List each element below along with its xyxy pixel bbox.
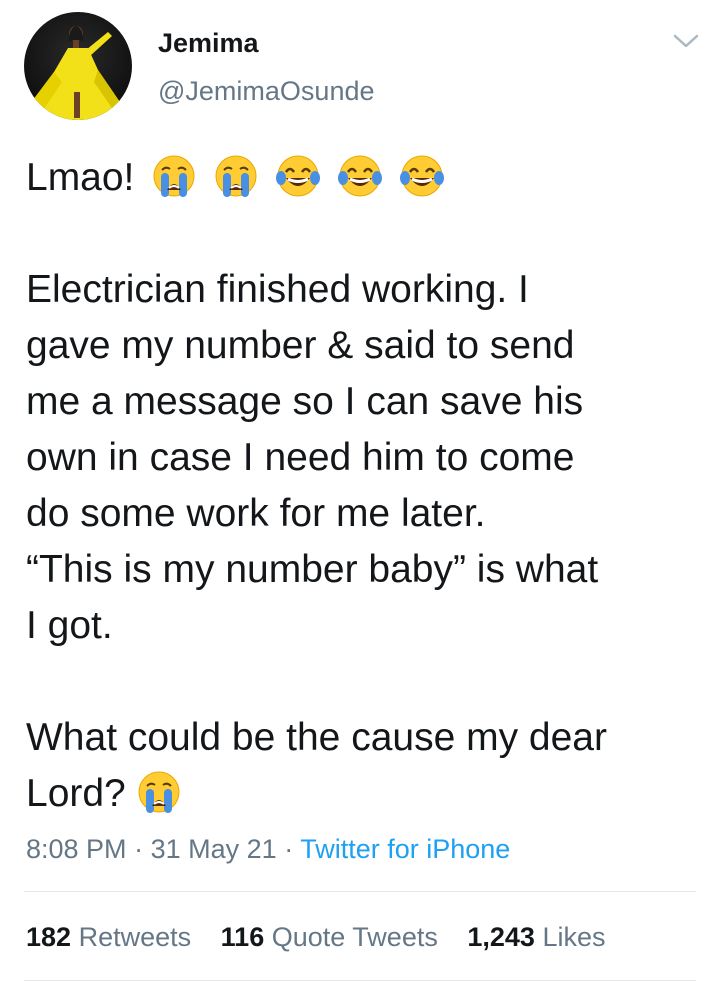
- likes-stat[interactable]: 1,243 Likes: [467, 920, 605, 954]
- closing-line-with-emoji: Lord?: [26, 766, 696, 822]
- meta-separator: ·: [134, 834, 144, 864]
- body-line: I got.: [26, 604, 113, 647]
- loudly-crying-face-icon: [152, 154, 196, 198]
- tweet-text: Lmao! Electrician finished working. I ga…: [26, 150, 696, 822]
- closing-line: What could be the cause my dear: [26, 716, 607, 759]
- tweet-date[interactable]: 31 May 21: [151, 834, 277, 864]
- face-with-tears-of-joy-icon: [400, 154, 445, 198]
- avatar[interactable]: [24, 12, 132, 120]
- likes-count: 1,243: [467, 922, 535, 952]
- body-line: do some work for me later.: [26, 492, 486, 535]
- closing-line: Lord?: [26, 772, 126, 815]
- body-line: Electrician finished working. I: [26, 268, 529, 311]
- likes-label: Likes: [542, 922, 606, 952]
- chevron-down-icon[interactable]: [668, 26, 704, 56]
- quote-tweets-stat[interactable]: 116 Quote Tweets: [221, 920, 438, 954]
- face-with-tears-of-joy-icon: [338, 154, 383, 198]
- face-with-tears-of-joy-icon: [276, 154, 321, 198]
- body-line: “This is my number baby” is what: [26, 548, 599, 591]
- retweets-count: 182: [26, 922, 72, 952]
- tweet-meta: 8:08 PM · 31 May 21 · Twitter for iPhone: [26, 832, 510, 866]
- body-line: me a message so I can save his: [26, 380, 584, 423]
- closing-paragraph: What could be the cause my dear Lord?: [26, 710, 696, 822]
- loudly-crying-face-icon: [137, 770, 181, 814]
- quote-tweets-label: Quote Tweets: [271, 922, 438, 952]
- tweet-card: Jemima @JemimaOsunde Lmao! Electrician f…: [0, 0, 720, 982]
- quote-tweets-count: 116: [220, 922, 265, 952]
- loudly-crying-face-icon: [214, 154, 258, 198]
- display-name[interactable]: Jemima: [158, 26, 259, 60]
- tweet-source-link[interactable]: Twitter for iPhone: [300, 834, 510, 864]
- body-paragraph: Electrician finished working. I gave my …: [26, 262, 696, 654]
- retweets-label: Retweets: [78, 922, 192, 952]
- divider: [24, 891, 696, 892]
- body-line: gave my number & said to send: [26, 324, 575, 367]
- divider: [24, 980, 696, 981]
- tweet-stats: 182 Retweets 116 Quote Tweets 1,243 Like…: [26, 920, 605, 954]
- body-line: own in case I need him to come: [26, 436, 575, 479]
- meta-separator: ·: [284, 834, 294, 864]
- tweet-time[interactable]: 8:08 PM: [26, 834, 127, 864]
- intro-line: Lmao!: [26, 150, 696, 206]
- retweets-stat[interactable]: 182 Retweets: [26, 920, 191, 954]
- user-handle[interactable]: @JemimaOsunde: [158, 74, 375, 108]
- intro-text: Lmao!: [26, 156, 135, 199]
